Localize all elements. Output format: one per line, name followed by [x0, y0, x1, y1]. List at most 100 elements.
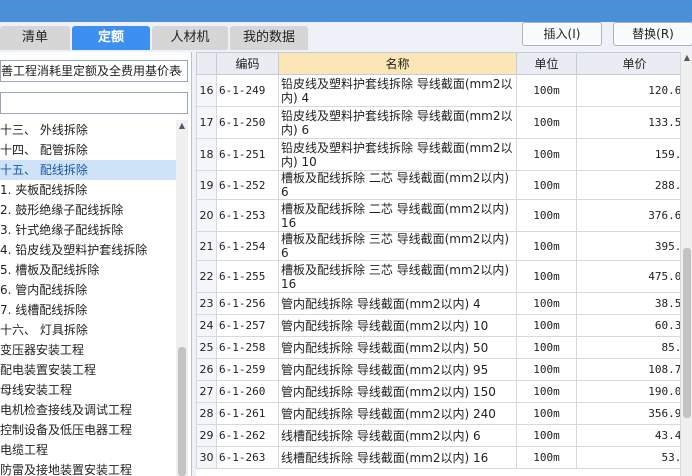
row-code: 6-1-252: [216, 170, 279, 200]
table-row[interactable]: 19 6-1-252 槽板及配线拆除 二芯 导线截面(mm2以内) 6 100m 288…: [196, 170, 680, 200]
search-input[interactable]: [0, 92, 188, 114]
row-unit: 100m: [516, 402, 577, 425]
quota-table: 编码 名称 单位 单价 16 6-1-249 铅皮线及塑料护套线拆除 导线截面(mm…: [196, 52, 680, 469]
header-index: [196, 52, 217, 75]
grid-scrollbar-thumb[interactable]: [683, 248, 691, 418]
tree-item[interactable]: 变压器安装工程: [0, 340, 176, 360]
tree-item[interactable]: 十六、 灯具拆除: [0, 320, 176, 340]
tree-item[interactable]: 控制设备及低压电器工程: [0, 420, 176, 440]
row-index: 28: [196, 402, 217, 425]
tab-qingdan[interactable]: 清单: [0, 26, 70, 50]
header-price[interactable]: 单价: [576, 52, 680, 75]
row-index: 26: [196, 358, 217, 381]
tree-item[interactable]: 十四、 配管拆除: [0, 140, 176, 160]
row-name: 铅皮线及塑料护套线拆除 导线截面(mm2以内) 10: [278, 138, 517, 171]
table-row[interactable]: 236-1-256管内配线拆除 导线截面(mm2以内) 4100m38.52: [196, 292, 680, 315]
row-index: 25: [196, 336, 217, 359]
row-unit: 100m: [516, 199, 577, 232]
row-name: 线槽配线拆除 导线截面(mm2以内) 6: [278, 424, 517, 447]
row-name: 管内配线拆除 导线截面(mm2以内) 95: [278, 358, 517, 381]
tree-item[interactable]: 3. 针式绝缘子配线拆除: [0, 220, 176, 240]
table-row[interactable]: 28 6-1-261 管内配线拆除 导线截面(mm2以内) 240 100m 356.9…: [196, 402, 680, 425]
tree-item[interactable]: 6. 管内配线拆除: [0, 280, 176, 300]
title-bar: [0, 0, 692, 22]
row-name: 铅皮线及塑料护套线拆除 导线截面(mm2以内) 4: [278, 74, 517, 107]
tree-item[interactable]: 配电装置安装工程: [0, 360, 176, 380]
table-row[interactable]: 22 6-1-255 槽板及配线拆除 三芯 导线截面(mm2以内) 16 100m 47…: [196, 260, 680, 293]
row-price: 376.64: [576, 199, 680, 232]
tree-item[interactable]: 5. 槽板及配线拆除: [0, 260, 176, 280]
tree-scrollbar[interactable]: ▲: [176, 120, 188, 476]
table-row[interactable]: 20 6-1-253 槽板及配线拆除 二芯 导线截面(mm2以内) 16 100m 37…: [196, 199, 680, 232]
row-price: 356.96: [576, 402, 680, 425]
scroll-up-arrow-icon[interactable]: ▲: [681, 52, 692, 64]
row-price: 38.52: [576, 292, 680, 315]
table-row[interactable]: 256-1-258管内配线拆除 导线截面(mm2以内) 50100m85.6: [196, 336, 680, 359]
tree-item[interactable]: 防雷及接地装置安装工程: [0, 460, 176, 476]
table-row[interactable]: 17 6-1-250 铅皮线及塑料护套线拆除 导线截面(mm2以内) 6 100m 13…: [196, 106, 680, 139]
table-row[interactable]: 21 6-1-254 槽板及配线拆除 三芯 导线截面(mm2以内) 6 100m 395…: [196, 231, 680, 261]
chapter-tree: 十三、 外线拆除 十四、 配管拆除 十五、 配线拆除 1. 夹板配线拆除 2. 鼓形绝缘…: [0, 120, 176, 476]
row-index: 17: [196, 106, 217, 139]
header-unit[interactable]: 单位: [516, 52, 577, 75]
tree-item[interactable]: 电机检查接线及调试工程: [0, 400, 176, 420]
tab-bar: 清单 定额 人材机 我的数据: [0, 26, 310, 50]
quota-library-value: 善工程消耗里定额及全费用基价表: [1, 64, 182, 78]
table-row[interactable]: 16 6-1-249 铅皮线及塑料护套线拆除 导线截面(mm2以内) 4 100m 12…: [196, 74, 680, 107]
row-price: 120.68: [576, 74, 680, 107]
tree-scrollbar-thumb[interactable]: [178, 347, 186, 476]
tree-item[interactable]: 十五、 配线拆除: [0, 160, 176, 180]
row-unit: 100m: [516, 380, 577, 403]
scroll-up-arrow-icon[interactable]: ▲: [176, 120, 188, 132]
row-unit: 100m: [516, 106, 577, 139]
row-price: 475.08: [576, 260, 680, 293]
table-row[interactable]: 27 6-1-260 管内配线拆除 导线截面(mm2以内) 150 100m 190.0…: [196, 380, 680, 403]
row-index: 29: [196, 424, 217, 447]
row-name: 槽板及配线拆除 三芯 导线截面(mm2以内) 16: [278, 260, 517, 293]
tree-item[interactable]: 电缆工程: [0, 440, 176, 460]
row-name: 槽板及配线拆除 二芯 导线截面(mm2以内) 6: [278, 170, 517, 200]
replace-button[interactable]: 替换(R): [613, 22, 692, 46]
row-code: 6-1-256: [216, 292, 279, 315]
tree-item[interactable]: 4. 铅皮线及塑料护套线拆除: [0, 240, 176, 260]
header-code[interactable]: 编码: [216, 52, 279, 75]
tree-item[interactable]: 十三、 外线拆除: [0, 120, 176, 140]
tab-rencaiji[interactable]: 人材机: [152, 26, 228, 50]
row-price: 159.2: [576, 138, 680, 171]
tree-item[interactable]: 2. 鼓形绝缘子配线拆除: [0, 200, 176, 220]
insert-button[interactable]: 插入(I): [522, 22, 602, 46]
tree-item[interactable]: 母线安装工程: [0, 380, 176, 400]
row-price: 190.04: [576, 380, 680, 403]
grid-scrollbar[interactable]: ▲: [680, 52, 692, 476]
row-code: 6-1-253: [216, 199, 279, 232]
chevron-down-icon[interactable]: ⌄: [176, 61, 184, 81]
tab-my-data[interactable]: 我的数据: [230, 26, 308, 50]
quota-library-select[interactable]: 善工程消耗里定额及全费用基价表 ⌄: [0, 60, 188, 82]
row-code: 6-1-258: [216, 336, 279, 359]
row-price: 43.45: [576, 424, 680, 447]
row-code: 6-1-255: [216, 260, 279, 293]
row-unit: 100m: [516, 424, 577, 447]
row-unit: 100m: [516, 231, 577, 261]
tab-dinge[interactable]: 定额: [72, 26, 150, 50]
row-unit: 100m: [516, 170, 577, 200]
row-unit: 100m: [516, 314, 577, 337]
table-row[interactable]: 296-1-262线槽配线拆除 导线截面(mm2以内) 6100m43.45: [196, 424, 680, 447]
row-name: 线槽配线拆除 导线截面(mm2以内) 16: [278, 446, 517, 469]
row-code: 6-1-254: [216, 231, 279, 261]
row-price: 133.52: [576, 106, 680, 139]
row-price: 395.9: [576, 231, 680, 261]
row-index: 22: [196, 260, 217, 293]
tree-item[interactable]: 7. 线槽配线拆除: [0, 300, 176, 320]
table-row[interactable]: 18 6-1-251 铅皮线及塑料护套线拆除 导线截面(mm2以内) 10 100m 1…: [196, 138, 680, 171]
row-name: 管内配线拆除 导线截面(mm2以内) 10: [278, 314, 517, 337]
quota-grid: 编码 名称 单位 单价 16 6-1-249 铅皮线及塑料护套线拆除 导线截面(mm…: [196, 52, 680, 476]
table-row[interactable]: 266-1-259管内配线拆除 导线截面(mm2以内) 95100m108.72: [196, 358, 680, 381]
row-unit: 100m: [516, 260, 577, 293]
row-unit: 100m: [516, 446, 577, 469]
row-code: 6-1-263: [216, 446, 279, 469]
table-row[interactable]: 306-1-263线槽配线拆除 导线截面(mm2以内) 16100m53.5: [196, 446, 680, 469]
tree-item[interactable]: 1. 夹板配线拆除: [0, 180, 176, 200]
header-name[interactable]: 名称: [278, 52, 517, 75]
table-row[interactable]: 246-1-257管内配线拆除 导线截面(mm2以内) 10100m60.34: [196, 314, 680, 337]
